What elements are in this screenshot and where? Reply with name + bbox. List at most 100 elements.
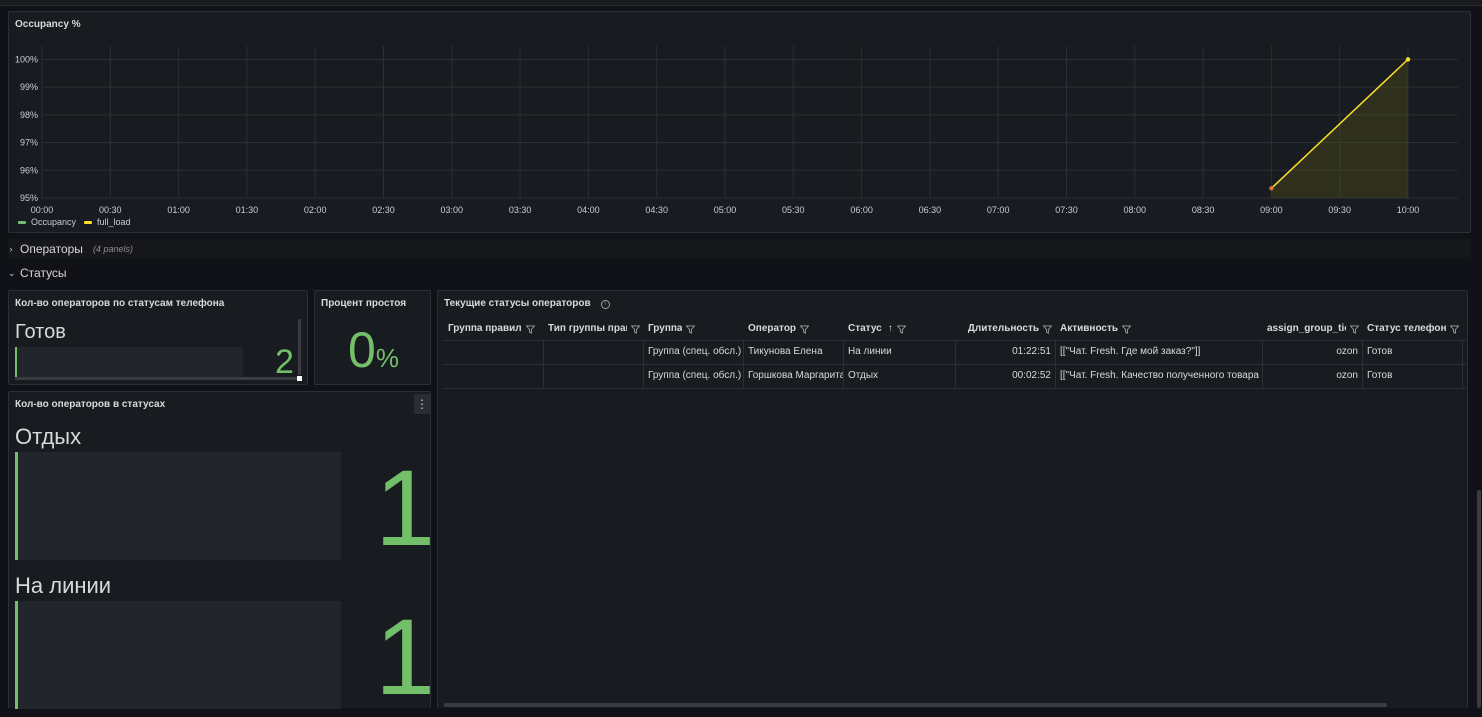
legend-swatch [84,220,93,224]
column-header[interactable]: Статус ↑ [844,317,956,341]
panel-title: Кол-во операторов в статусах [15,399,166,410]
x-tick-label: 06:00 [850,205,873,215]
table-cell: Горшкова Маргарита [744,365,844,389]
operator-status-count-panel: Кол-во операторов в статусах ⋮ Отдых 1 Н… [8,391,435,711]
chevron-right-icon: › [9,244,13,254]
panel-menu-button[interactable]: ⋮ [414,394,430,414]
top-bar [0,0,1482,6]
column-header-label: Группа правил [448,323,522,334]
idle-percent-panel: Процент простоя 0% [314,290,431,385]
y-tick-label: 99% [20,82,38,92]
column-header-label: Длительность [967,323,1039,334]
y-tick-label: 97% [20,138,38,148]
horizontal-scrollbar[interactable] [15,377,301,380]
column-header[interactable]: Тип группы прав [544,317,644,341]
table-cell: [["Чат. Fresh. Качество полученного това… [1056,365,1263,389]
table-cell [444,365,544,389]
filter-icon[interactable] [525,324,536,334]
table-cell: Группа (спец. обсл.) [644,365,744,389]
table-row[interactable]: Группа (спец. обсл.) Горшкова Маргарита От… [444,365,1466,389]
gauge-value: 1 [375,447,436,568]
table-row[interactable]: Группа (спец. обсл.) Тикунова Елена На лин… [444,341,1466,365]
legend-label: full_load [97,217,131,227]
filter-icon[interactable] [1042,324,1053,334]
filter-icon[interactable] [1121,324,1132,334]
x-tick-label: 08:30 [1192,205,1215,215]
stat-number: 0 [348,322,376,378]
vertical-scrollbar[interactable] [298,319,301,375]
x-tick-label: 09:30 [1328,205,1351,215]
column-header-label: Оператор [748,323,797,334]
table-cell [544,365,644,389]
column-header[interactable]: Длительность [956,317,1056,341]
x-tick-label: 02:00 [304,205,327,215]
gauge-label: Отдых [15,424,82,449]
row-panel-count: (4 panels) [92,244,133,254]
x-tick-label: 01:30 [236,205,259,215]
table-cell: Отдых [844,365,956,389]
table-cell: На линии [844,341,956,365]
table-horizontal-scrollbar[interactable] [444,703,1387,707]
column-header[interactable]: Оператор [744,317,844,341]
chevron-down-icon: ⌄ [8,267,16,278]
occupancy-chart[interactable]: 95% 96% 97% 98% 99% 100% 00:00 00:30 01:00 01:30 0… [9,12,1470,232]
table-cell: Группа (спец. обсл.) [644,341,744,365]
x-tick-label: 09:00 [1260,205,1283,215]
gauge-item-online: На линии 1 [15,573,435,711]
x-tick-label: 08:00 [1124,205,1147,215]
x-tick-label: 05:30 [782,205,805,215]
column-header[interactable]: Статус телефона [1363,317,1463,341]
row-title: Статусы [20,266,67,280]
x-tick-label: 03:00 [441,205,464,215]
gauge-track [15,452,341,560]
table-cell: Готов [1363,341,1463,365]
table-cell: Готов [1363,365,1463,389]
panel-title-text: Текущие статусы операторов [444,298,591,309]
filter-icon[interactable] [1349,324,1360,334]
gauge-fill [15,452,19,560]
gauge-fill [15,347,18,377]
row-operators[interactable]: › Операторы (4 panels) [8,239,1471,259]
table-cell [444,341,544,365]
legend-swatch [18,220,26,224]
legend-item-occupancy[interactable]: Occupancy [18,217,76,227]
data-point[interactable] [1405,57,1411,62]
y-tick-label: 100% [15,54,38,64]
x-tick-label: 03:30 [509,205,532,215]
legend-item-full-load[interactable]: full_load [84,217,131,227]
data-point[interactable] [1269,186,1274,191]
column-header[interactable]: Активность [1056,317,1263,341]
column-header[interactable]: Группа правил [444,317,544,341]
filter-icon[interactable] [799,324,810,334]
x-tick-label: 00:00 [31,205,54,215]
x-tick-label: 05:00 [714,205,737,215]
panel-title: Текущие статусы операторов i [444,298,610,309]
y-tick-label: 98% [20,110,38,120]
column-header[interactable]: Группа [644,317,744,341]
column-header-label: Статус телефона [1367,323,1446,334]
sort-arrow-up-icon[interactable]: ↑ [888,318,893,340]
column-header[interactable]: assign_group_ticl [1263,317,1363,341]
x-tick-label: 04:30 [645,205,668,215]
column-header-label: assign_group_ticl [1267,323,1346,334]
x-tick-label: 04:00 [577,205,600,215]
x-tick-label: 00:30 [99,205,122,215]
page-scrollbar[interactable] [1477,490,1481,708]
filter-icon[interactable] [685,324,697,334]
occupancy-chart-panel: Occupancy % 95% 96% 97% 98% 99% 100% 00:00 00:3… [8,11,1471,233]
table-cell: Тикунова Елена [744,341,844,365]
filter-icon[interactable] [630,324,641,334]
gauge-label: Готов [15,321,66,343]
gauge-label: На линии [15,573,112,598]
column-header-label: Активность [1060,323,1119,334]
row-statuses[interactable]: ⌄ Статусы [8,263,1471,283]
filter-icon[interactable] [896,324,907,334]
gauge-fill [15,601,19,709]
info-icon[interactable]: i [600,300,610,309]
chart-legend: Occupancy full_load [18,217,131,227]
table-cell: 00:02:52 [956,365,1056,389]
table-cell: ozon [1263,365,1363,389]
row-title: Операторы [20,242,83,256]
filter-icon[interactable] [1449,324,1460,334]
stat-unit: % [375,343,399,373]
